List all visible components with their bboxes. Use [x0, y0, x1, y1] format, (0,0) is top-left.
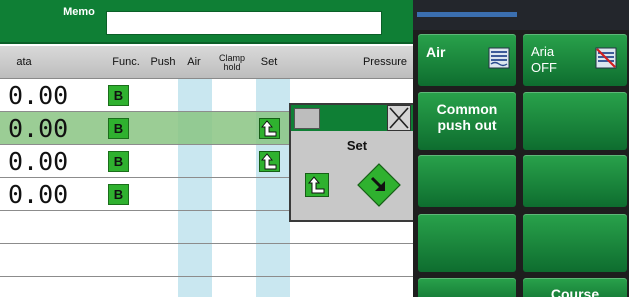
header-clamp-hold: Clamp hold [218, 52, 245, 72]
header-data: ata [16, 56, 32, 68]
function-button-6[interactable] [523, 155, 627, 207]
row-data-value: 0.00 [8, 81, 69, 110]
air-off-button[interactable]: Aria OFF [523, 34, 627, 86]
function-button-7[interactable] [418, 214, 516, 272]
function-b-button[interactable]: B [108, 184, 129, 205]
header-pressure: Pressure [362, 56, 407, 68]
function-b-button[interactable]: B [108, 151, 129, 172]
table-row-empty[interactable] [0, 244, 413, 277]
air-off-button-label: Aria OFF [531, 44, 557, 75]
function-button-5[interactable] [418, 155, 516, 207]
function-b-button[interactable]: B [108, 118, 129, 139]
course-button-label: Course [550, 286, 600, 297]
row-data-value: 0.00 [8, 180, 69, 209]
popup-close-button[interactable] [387, 105, 411, 131]
function-button-9[interactable] [418, 278, 516, 297]
set-up-arrow-icon[interactable] [259, 151, 280, 172]
function-button-panel: Air Aria OFF Common push out Course [413, 0, 629, 297]
function-button-8[interactable] [523, 214, 627, 272]
popup-drag-handle[interactable] [294, 108, 320, 129]
set-down-button[interactable] [357, 163, 401, 207]
memo-label: Memo [63, 6, 95, 18]
function-b-button[interactable]: B [108, 85, 129, 106]
set-up-arrow-icon [305, 173, 329, 197]
set-down-diamond-icon [357, 163, 401, 207]
top-accent-bar [417, 12, 517, 17]
air-off-icon [595, 47, 617, 69]
row-data-value: 0.00 [8, 114, 69, 143]
close-icon [389, 107, 409, 129]
row-data-value: 0.00 [8, 147, 69, 176]
common-push-out-label: Common push out [436, 101, 498, 133]
popup-title: Set [346, 138, 368, 153]
right-panel-topbar [413, 0, 629, 30]
header-air: Air [187, 56, 201, 68]
header-func: Func. [112, 56, 140, 68]
air-button-label: Air [426, 44, 446, 60]
function-button-4[interactable] [523, 92, 627, 150]
memo-bar: Memo [0, 0, 413, 44]
air-wave-icon [488, 47, 510, 69]
memo-input[interactable] [106, 11, 382, 35]
set-up-button[interactable] [305, 173, 329, 197]
set-popup: Set [289, 103, 415, 222]
popup-titlebar[interactable] [291, 105, 413, 131]
course-button[interactable]: Course [523, 278, 627, 297]
air-button[interactable]: Air [418, 34, 516, 86]
header-set: Set [260, 56, 278, 68]
header-push: Push [150, 56, 176, 68]
set-up-arrow-icon[interactable] [259, 118, 280, 139]
common-push-out-button[interactable]: Common push out [418, 92, 516, 150]
table-header: ata Func. Push Air Clamp hold Set Pressu… [0, 46, 413, 79]
